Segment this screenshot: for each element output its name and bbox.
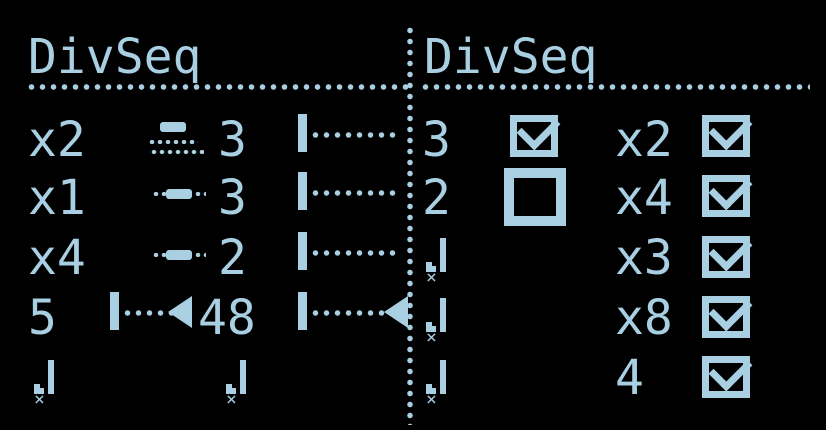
note-icon: × <box>34 360 56 409</box>
row3-slider[interactable] <box>298 230 396 270</box>
row1-ratio-value: 3 <box>218 112 247 168</box>
note-icon: × <box>426 360 448 409</box>
right-row1-right-value: x2 <box>615 112 673 168</box>
row4-slider[interactable] <box>298 290 408 330</box>
row1-slider[interactable] <box>298 112 396 152</box>
left-title-underline <box>26 84 408 90</box>
row4-steps: 5 <box>28 290 57 346</box>
row3-ratio-value: 2 <box>218 230 247 286</box>
note-icon: × <box>226 360 248 409</box>
note-icon: × <box>426 238 448 287</box>
right-row2-left-value: 2 <box>422 170 451 226</box>
left-panel: DivSeq x2 3 x1 3 x4 2 5 48 × × <box>0 0 410 430</box>
right-row1-right-checkbox[interactable] <box>702 106 753 157</box>
right-panel: DivSeq 3 x2 2 x4 × x3 × x8 × 4 <box>410 0 826 430</box>
right-row1-left-value: 3 <box>422 112 451 168</box>
note-icon: × <box>426 298 448 347</box>
left-title: DivSeq <box>28 29 202 85</box>
right-row3-right-value: x3 <box>615 230 673 286</box>
right-title: DivSeq <box>424 29 598 85</box>
row3-multiplier: x4 <box>28 230 86 286</box>
right-row1-left-checkbox[interactable] <box>510 106 561 157</box>
right-row5-right-checkbox[interactable] <box>702 347 753 398</box>
row4-range-slider[interactable] <box>110 290 192 330</box>
row2-multiplier: x1 <box>28 170 86 226</box>
right-row4-right-value: x8 <box>615 290 673 346</box>
right-row4-right-checkbox[interactable] <box>702 287 753 338</box>
right-row2-right-value: x4 <box>615 170 673 226</box>
right-row3-right-checkbox[interactable] <box>702 227 753 278</box>
row2-ratio-value: 3 <box>218 170 247 226</box>
right-row5-right-value: 4 <box>615 350 644 406</box>
right-row2-left-checkbox[interactable] <box>504 168 566 226</box>
row4-range-value: 48 <box>198 290 256 346</box>
row2-slider[interactable] <box>298 170 396 210</box>
right-row2-right-checkbox[interactable] <box>702 166 753 217</box>
right-title-underline <box>420 84 810 90</box>
device-screen: DivSeq x2 3 x1 3 x4 2 5 48 × × DivSeq 3 … <box>0 0 826 430</box>
row1-multiplier: x2 <box>28 112 86 168</box>
